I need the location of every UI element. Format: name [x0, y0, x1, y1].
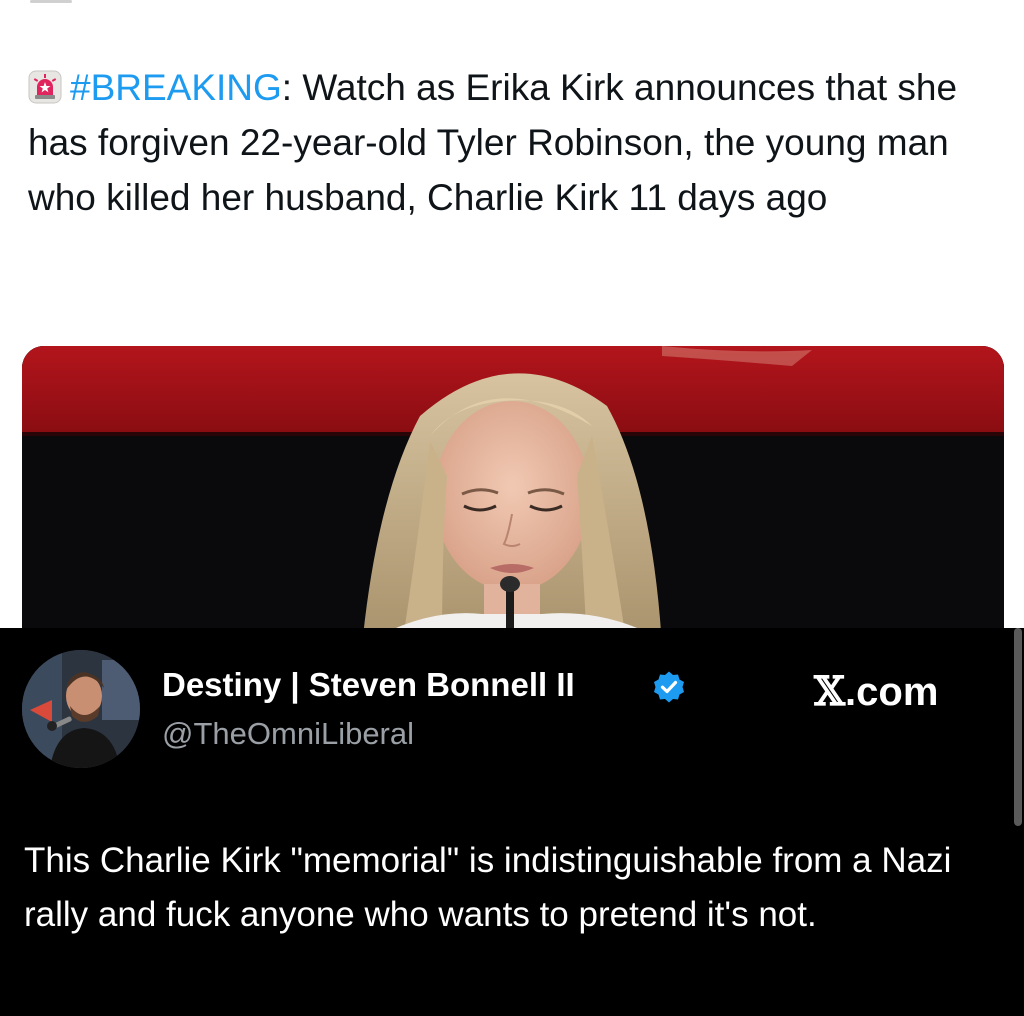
hashtag-separator: : — [281, 67, 293, 108]
quoted-post: Destiny | Steven Bonnell II @TheOmniLibe… — [0, 628, 1024, 1016]
breaking-hashtag-link[interactable]: #BREAKING — [70, 67, 282, 108]
siren-icon — [28, 64, 62, 104]
x-logo-icon: 𝕏 — [814, 668, 846, 715]
quoted-post-body: This Charlie Kirk "memorial" is indistin… — [24, 841, 952, 934]
x-com-watermark: 𝕏.com — [814, 668, 938, 715]
post-image[interactable] — [22, 346, 1004, 646]
user-handle[interactable]: @TheOmniLiberal — [162, 716, 414, 752]
avatar[interactable] — [22, 650, 140, 768]
post-text: #BREAKING: Watch as Erika Kirk announces… — [28, 60, 988, 225]
cropped-edge-mark — [30, 0, 72, 3]
scrollbar[interactable] — [1014, 628, 1022, 826]
breaking-news-post: #BREAKING: Watch as Erika Kirk announces… — [0, 0, 1024, 646]
verified-badge-icon — [652, 670, 686, 704]
display-name[interactable]: Destiny | Steven Bonnell II — [162, 666, 575, 704]
site-label-suffix: .com — [845, 670, 939, 714]
